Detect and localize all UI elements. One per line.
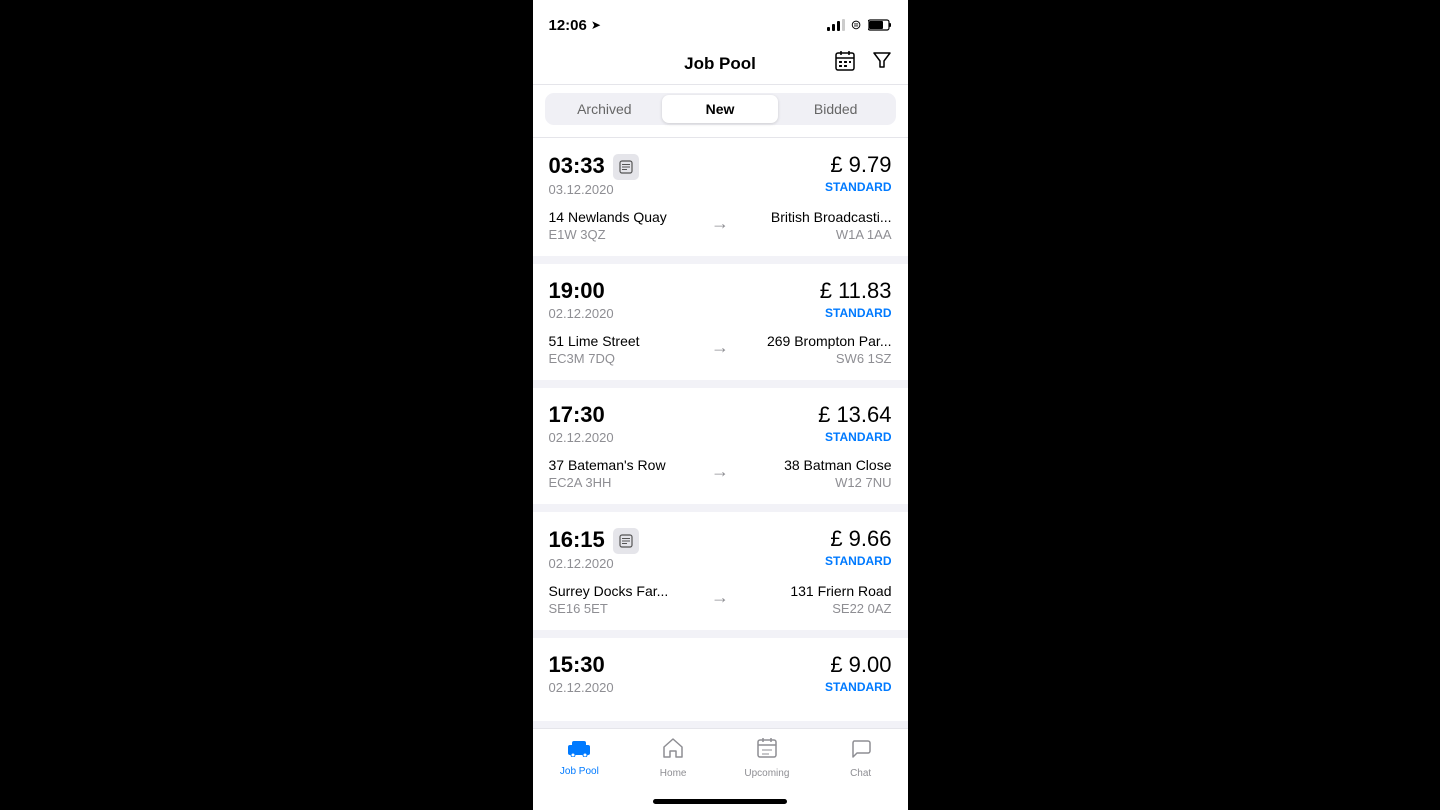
route-to-4: 131 Friern Road SE22 0AZ xyxy=(737,583,892,616)
job-date-3: 02.12.2020 xyxy=(549,430,614,445)
job-type-5: STANDARD xyxy=(825,680,891,694)
job-price-5: £ 9.00 xyxy=(825,652,891,678)
job-time-2: 19:00 xyxy=(549,278,605,304)
nav-label-chat: Chat xyxy=(850,768,871,779)
job-time-1: 03:33 xyxy=(549,153,605,179)
from-postcode-3: EC2A 3HH xyxy=(549,475,704,490)
route-from-1: 14 Newlands Quay E1W 3QZ xyxy=(549,209,704,242)
header-actions xyxy=(834,50,892,78)
job-date-5: 02.12.2020 xyxy=(549,680,614,695)
job-price-2: £ 11.83 xyxy=(820,278,892,304)
from-address-4: Surrey Docks Far... xyxy=(549,583,704,599)
job-date-2: 02.12.2020 xyxy=(549,306,614,321)
from-postcode-1: E1W 3QZ xyxy=(549,227,704,242)
job-type-1: STANDARD xyxy=(825,180,891,194)
job-list: 03:33 03.12.2020 £ 9.79 STANDARD 14 Newl… xyxy=(533,138,908,728)
job-card-3[interactable]: 17:30 02.12.2020 £ 13.64 STANDARD 37 Bat… xyxy=(533,388,908,504)
wifi-icon: ⊜ xyxy=(851,17,862,33)
job-price-4: £ 9.66 xyxy=(825,526,891,552)
job-card-4[interactable]: 16:15 02.12.2020 £ 9.66 STANDARD Surrey … xyxy=(533,512,908,630)
home-bar xyxy=(653,799,787,804)
from-postcode-4: SE16 5ET xyxy=(549,601,704,616)
nav-label-job-pool: Job Pool xyxy=(560,766,599,777)
nav-item-upcoming[interactable]: Upcoming xyxy=(720,737,814,779)
route-from-2: 51 Lime Street EC3M 7DQ xyxy=(549,333,704,366)
to-address-4: 131 Friern Road xyxy=(737,583,892,599)
route-arrow-4: → xyxy=(703,587,737,608)
home-icon xyxy=(662,737,684,765)
job-time-3: 17:30 xyxy=(549,402,605,428)
job-price-3: £ 13.64 xyxy=(818,402,891,428)
status-bar: 12:06 ➤ ⊜ xyxy=(533,0,908,44)
job-time-5: 15:30 xyxy=(549,652,605,678)
note-icon-4 xyxy=(613,528,639,554)
nav-label-home: Home xyxy=(660,768,687,779)
job-card-5[interactable]: 15:30 02.12.2020 £ 9.00 STANDARD xyxy=(533,638,908,721)
from-address-2: 51 Lime Street xyxy=(549,333,704,349)
signal-bars-icon xyxy=(827,19,845,31)
nav-item-chat[interactable]: Chat xyxy=(814,737,908,779)
job-type-4: STANDARD xyxy=(825,554,891,568)
job-date-4: 02.12.2020 xyxy=(549,556,639,571)
to-postcode-4: SE22 0AZ xyxy=(737,601,892,616)
job-card-2[interactable]: 19:00 02.12.2020 £ 11.83 STANDARD 51 Lim… xyxy=(533,264,908,380)
page-title: Job Pool xyxy=(684,54,756,74)
from-postcode-2: EC3M 7DQ xyxy=(549,351,704,366)
tab-bidded[interactable]: Bidded xyxy=(778,95,894,123)
job-time-4: 16:15 xyxy=(549,527,605,553)
location-icon: ➤ xyxy=(591,18,601,32)
tab-archived[interactable]: Archived xyxy=(547,95,663,123)
job-pool-icon xyxy=(567,737,591,763)
app-header: Job Pool xyxy=(533,44,908,85)
job-type-2: STANDARD xyxy=(820,306,892,320)
tabs-container: Archived New Bidded xyxy=(533,85,908,138)
from-address-3: 37 Bateman's Row xyxy=(549,457,704,473)
home-indicator xyxy=(533,795,908,810)
route-arrow-3: → xyxy=(703,461,737,482)
route-from-3: 37 Bateman's Row EC2A 3HH xyxy=(549,457,704,490)
to-postcode-1: W1A 1AA xyxy=(737,227,892,242)
route-to-3: 38 Batman Close W12 7NU xyxy=(737,457,892,490)
to-address-2: 269 Brompton Par... xyxy=(737,333,892,349)
job-date-1: 03.12.2020 xyxy=(549,182,639,197)
to-address-3: 38 Batman Close xyxy=(737,457,892,473)
from-address-1: 14 Newlands Quay xyxy=(549,209,704,225)
calendar-icon[interactable] xyxy=(834,50,856,78)
status-icons: ⊜ xyxy=(827,17,892,33)
route-to-2: 269 Brompton Par... SW6 1SZ xyxy=(737,333,892,366)
route-arrow-2: → xyxy=(703,337,737,358)
job-type-3: STANDARD xyxy=(818,430,891,444)
nav-item-home[interactable]: Home xyxy=(626,737,720,779)
upcoming-icon xyxy=(756,737,778,765)
job-card-1[interactable]: 03:33 03.12.2020 £ 9.79 STANDARD 14 Newl… xyxy=(533,138,908,256)
nav-label-upcoming: Upcoming xyxy=(744,768,789,779)
tab-new[interactable]: New xyxy=(662,95,778,123)
bottom-nav: Job Pool Home Upcoming xyxy=(533,728,908,795)
filter-icon[interactable] xyxy=(872,50,892,78)
to-address-1: British Broadcasti... xyxy=(737,209,892,225)
route-from-4: Surrey Docks Far... SE16 5ET xyxy=(549,583,704,616)
phone-frame: 12:06 ➤ ⊜ Job Pool xyxy=(533,0,908,810)
to-postcode-3: W12 7NU xyxy=(737,475,892,490)
chat-icon xyxy=(850,737,872,765)
status-time: 12:06 xyxy=(549,17,587,34)
tabs: Archived New Bidded xyxy=(545,93,896,125)
route-arrow-1: → xyxy=(703,213,737,234)
note-icon-1 xyxy=(613,154,639,180)
nav-item-job-pool[interactable]: Job Pool xyxy=(533,737,627,779)
job-price-1: £ 9.79 xyxy=(825,152,891,178)
to-postcode-2: SW6 1SZ xyxy=(737,351,892,366)
route-to-1: British Broadcasti... W1A 1AA xyxy=(737,209,892,242)
battery-icon xyxy=(868,19,892,31)
